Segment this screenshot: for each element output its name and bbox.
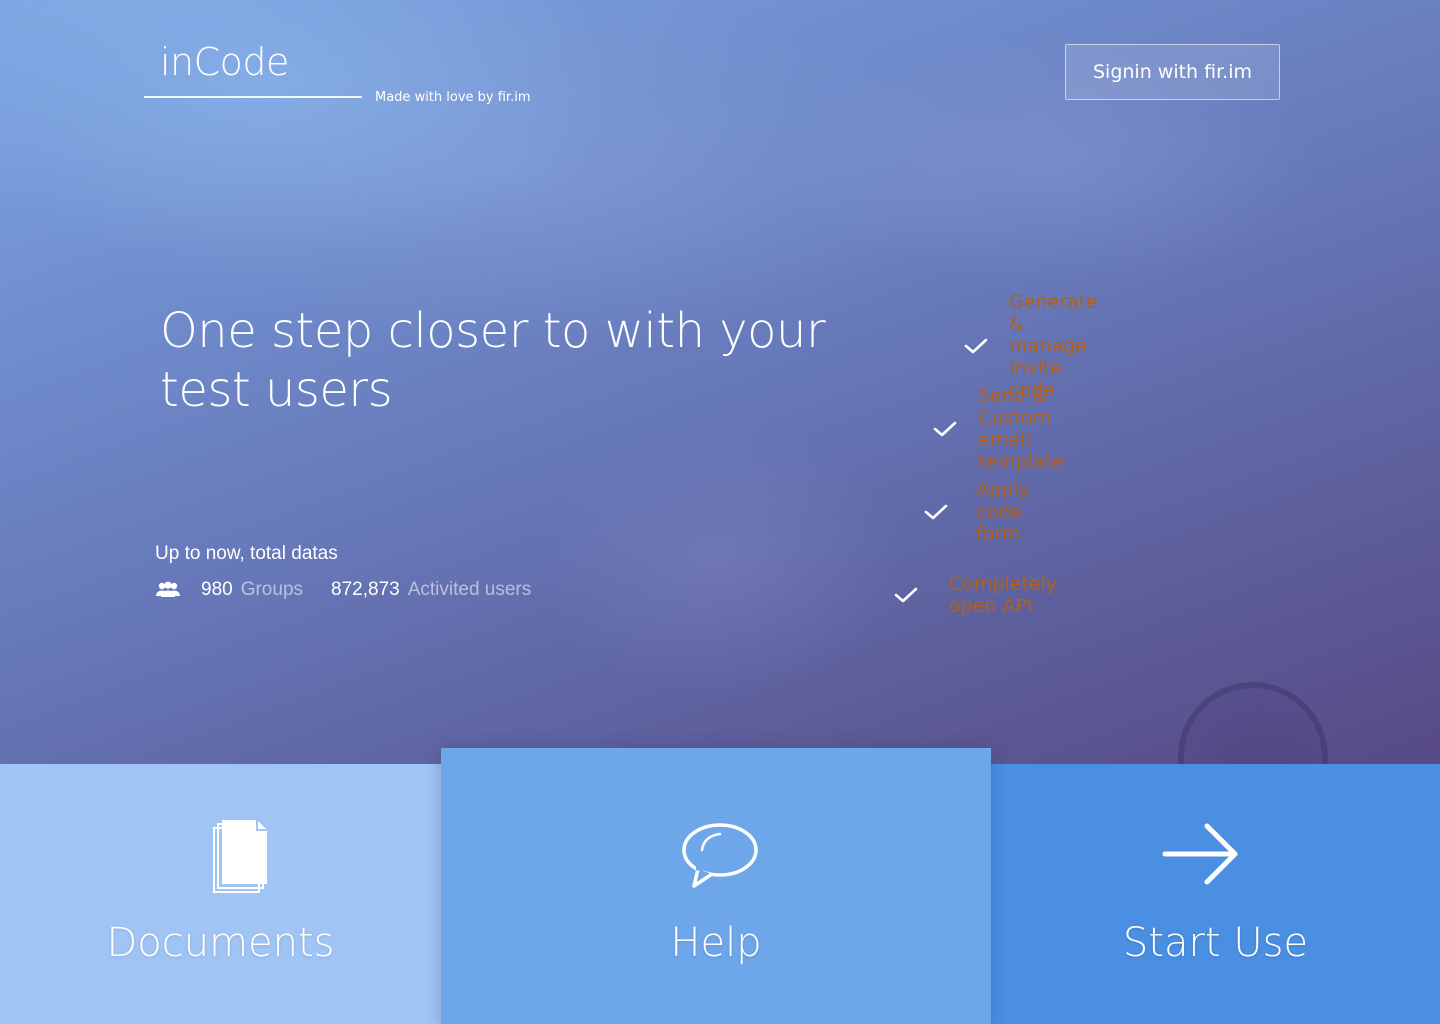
page-headline: One step closer to with your test users [160,302,860,420]
stats-row: 980 Groups 872,873 Activited users [155,579,559,601]
groups-label: Groups [240,579,304,600]
headline-line-2: test users [160,362,393,418]
arrow-right-icon [1162,823,1238,885]
feature-label: Completely open API [949,572,1058,617]
logo-underline [144,96,362,98]
check-icon [933,421,957,436]
feature-label: Apply code form [976,478,1030,545]
logo[interactable]: inCode [160,40,289,84]
start-use-tile[interactable]: Start Use [991,764,1440,1024]
users-label: Activited users [407,579,532,600]
signin-button[interactable]: Signin with fir.im [1065,44,1280,100]
feature-label: Send & Custom email template [978,384,1064,473]
documents-icon [213,820,267,893]
users-count: 872,873 [331,579,400,600]
check-icon [894,587,918,602]
users-icon [156,581,180,597]
speech-bubble-icon [682,823,758,888]
documents-label: Documents [106,920,335,966]
signin-button-label: Signin with fir.im [1092,61,1252,83]
check-icon [924,504,948,519]
action-tiles: Documents Help Start Use [0,748,1440,1024]
help-label: Help [670,920,762,966]
groups-count: 980 [201,579,233,600]
documents-tile[interactable]: Documents [0,764,441,1024]
check-icon [964,338,988,353]
tagline: Made with love by fir.im [375,90,531,105]
help-tile[interactable]: Help [441,748,991,1024]
start-use-label: Start Use [1122,920,1309,966]
headline-line-1: One step closer to with your [160,303,826,359]
stats-title: Up to now, total datas [155,543,338,564]
